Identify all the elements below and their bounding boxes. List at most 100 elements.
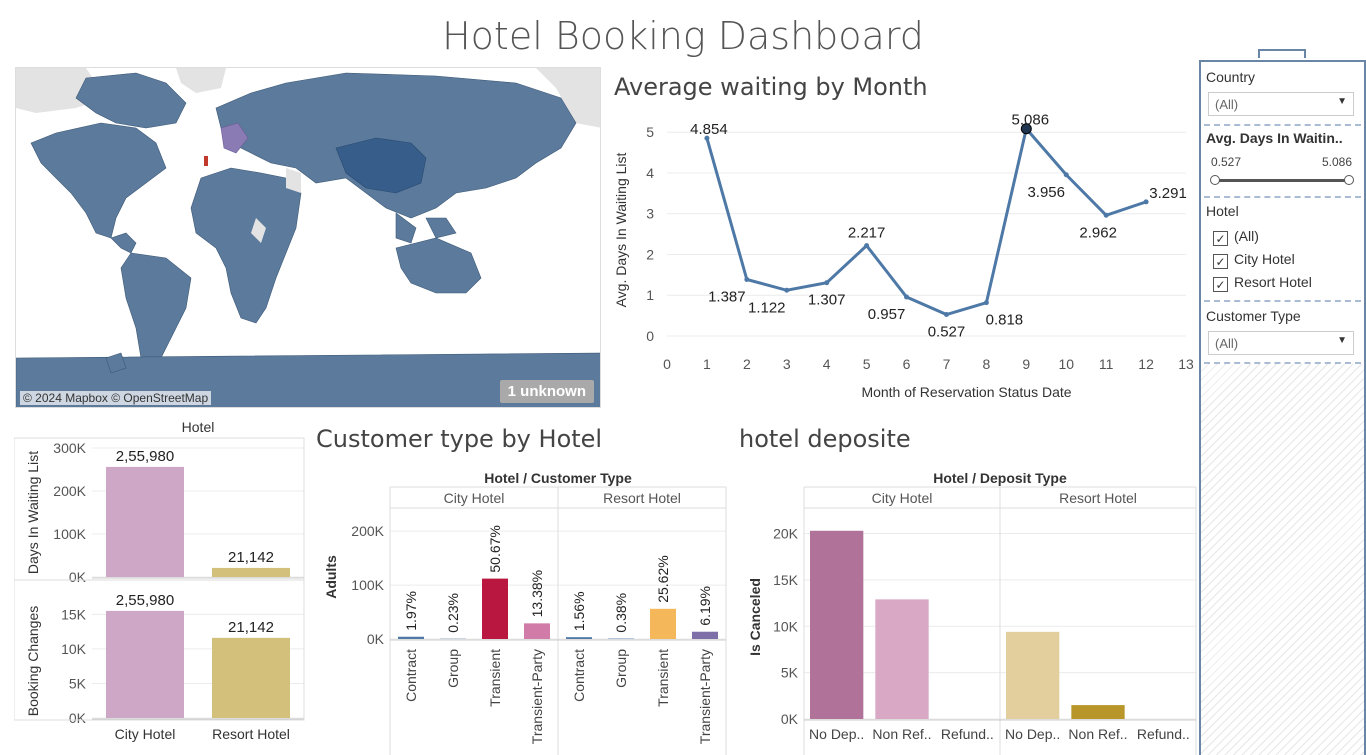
x-tick-label: Resort Hotel bbox=[212, 726, 290, 742]
world-map-svg bbox=[16, 68, 600, 407]
hotel-option-resort[interactable]: ✓ Resort Hotel bbox=[1213, 274, 1312, 292]
x-tick-label: Contract bbox=[403, 649, 419, 702]
y-tick-label: 200K bbox=[351, 523, 384, 539]
y-axis-label: Booking Changes bbox=[25, 606, 41, 717]
data-label: 25.62% bbox=[655, 555, 671, 602]
data-point bbox=[784, 287, 790, 293]
y-tick-label: 200K bbox=[53, 483, 86, 499]
data-label: 13.38% bbox=[529, 570, 545, 617]
x-tick-label: 0 bbox=[663, 356, 671, 372]
bar bbox=[810, 530, 864, 719]
x-tick-label: Non Ref.. bbox=[872, 726, 931, 742]
x-tick-label: 8 bbox=[982, 356, 990, 372]
data-label: 0.527 bbox=[928, 324, 966, 341]
y-axis-label: Adults bbox=[323, 555, 339, 599]
range-min: 0.527 bbox=[1211, 155, 1242, 169]
x-tick-label: 12 bbox=[1138, 356, 1154, 372]
y-tick-label: 4 bbox=[646, 165, 654, 181]
option-label: (All) bbox=[1234, 228, 1259, 244]
header-label: Hotel bbox=[182, 419, 215, 435]
group-label: Resort Hotel bbox=[1059, 490, 1137, 506]
y-tick-label: 15K bbox=[61, 606, 87, 622]
group-label: Resort Hotel bbox=[603, 490, 681, 506]
y-tick-label: 100K bbox=[53, 526, 86, 542]
panel-grip[interactable] bbox=[1258, 49, 1306, 58]
data-label: 0.957 bbox=[868, 306, 906, 323]
bar bbox=[106, 466, 184, 577]
y-tick-label: 0K bbox=[69, 569, 87, 585]
data-label: 3.956 bbox=[1027, 184, 1065, 201]
y-axis-label: Is Canceled bbox=[747, 578, 763, 656]
x-tick-label: No Dep.. bbox=[1005, 726, 1060, 742]
x-tick-label: Transient-Party bbox=[529, 649, 545, 744]
y-tick-label: 5 bbox=[646, 124, 654, 140]
bar bbox=[692, 631, 718, 639]
y-tick-label: 10K bbox=[61, 641, 87, 657]
deposit-chart-title: hotel deposite bbox=[739, 425, 911, 453]
data-label: 21,142 bbox=[228, 619, 274, 636]
data-label: 50.67% bbox=[487, 525, 503, 572]
bar bbox=[398, 636, 424, 639]
dashboard-title: Hotel Booking Dashboard bbox=[442, 14, 924, 58]
chevron-down-icon: ▼ bbox=[1337, 335, 1347, 346]
hotel-bar-chart: Hotel 0K 100K 200K 300K Days In Waiting List 2… bbox=[14, 419, 305, 742]
line-chart-title: Average waiting by Month bbox=[614, 73, 928, 101]
x-axis-label: Month of Reservation Status Date bbox=[861, 384, 1071, 400]
x-tick-label: 4 bbox=[823, 356, 831, 372]
data-label: 1.307 bbox=[808, 292, 846, 309]
bar bbox=[524, 623, 550, 639]
data-label: 4.854 bbox=[690, 121, 728, 138]
divider bbox=[1204, 300, 1361, 302]
bar bbox=[212, 567, 290, 577]
map-portugal bbox=[204, 156, 208, 166]
bar bbox=[106, 610, 184, 718]
option-label: Resort Hotel bbox=[1234, 274, 1312, 290]
hotel-option-city[interactable]: ✓ City Hotel bbox=[1213, 251, 1295, 269]
header-label: Hotel / Customer Type bbox=[484, 470, 632, 486]
x-tick-label: 3 bbox=[783, 356, 791, 372]
y-tick-label: 0K bbox=[781, 711, 799, 727]
bar bbox=[482, 578, 508, 639]
customer-chart-title: Customer type by Hotel bbox=[316, 425, 603, 453]
customer-type-dropdown-value: (All) bbox=[1215, 336, 1239, 351]
unknown-badge[interactable]: 1 unknown bbox=[499, 380, 594, 403]
world-map[interactable]: © 2024 Mapbox © OpenStreetMap 1 unknown bbox=[15, 67, 601, 408]
country-dropdown[interactable]: (All) ▼ bbox=[1208, 92, 1354, 116]
data-label: 2,55,980 bbox=[116, 592, 174, 609]
data-label: 1.122 bbox=[748, 299, 786, 316]
group-label: City Hotel bbox=[444, 490, 505, 506]
x-tick-label: Refund.. bbox=[1137, 726, 1190, 742]
hotel-option-all[interactable]: ✓ (All) bbox=[1213, 228, 1259, 246]
group-label: City Hotel bbox=[872, 490, 933, 506]
checkbox-checked-icon: ✓ bbox=[1213, 231, 1228, 246]
x-tick-label: 11 bbox=[1099, 356, 1114, 372]
customer-type-filter-label: Customer Type bbox=[1206, 308, 1301, 324]
x-tick-label: Refund.. bbox=[941, 726, 994, 742]
data-label: 2.217 bbox=[848, 225, 886, 242]
customer-type-chart: Hotel / Customer Type 0K 100K 200K Adults Cit… bbox=[323, 470, 727, 755]
data-point bbox=[943, 312, 949, 318]
x-tick-label: 13 bbox=[1178, 356, 1194, 372]
divider bbox=[1204, 124, 1361, 126]
range-handle-min[interactable] bbox=[1210, 175, 1220, 185]
data-label: 1.97% bbox=[403, 591, 419, 631]
x-tick-label: Transient bbox=[487, 649, 503, 707]
bar bbox=[212, 637, 290, 718]
bar bbox=[566, 637, 592, 639]
bar bbox=[1006, 631, 1060, 719]
data-label: 5.086 bbox=[1012, 112, 1050, 129]
data-label: 1.56% bbox=[571, 591, 587, 631]
country-dropdown-value: (All) bbox=[1215, 97, 1239, 112]
customer-type-dropdown[interactable]: (All) ▼ bbox=[1208, 331, 1354, 355]
x-tick-label: Transient-Party bbox=[697, 649, 713, 744]
x-tick-label: City Hotel bbox=[115, 726, 176, 742]
data-point bbox=[1063, 172, 1069, 178]
series-line bbox=[705, 125, 1147, 317]
range-handle-max[interactable] bbox=[1344, 175, 1354, 185]
data-label: 1.387 bbox=[708, 288, 746, 305]
data-label: 6.19% bbox=[697, 586, 713, 626]
range-max: 5.086 bbox=[1321, 155, 1352, 169]
chevron-down-icon: ▼ bbox=[1337, 96, 1347, 107]
x-tick-label: Transient bbox=[655, 649, 671, 707]
x-tick-label: 1 bbox=[703, 356, 711, 372]
